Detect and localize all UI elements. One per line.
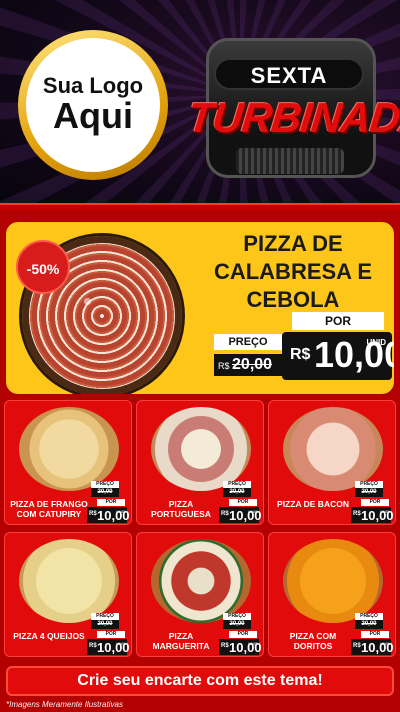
por-label: POR bbox=[97, 631, 125, 638]
featured-offer-card[interactable]: -50% PIZZA DE CALABRESA E CEBOLA PREÇO R… bbox=[6, 222, 394, 394]
badge-top-text: SEXTA bbox=[214, 58, 364, 90]
featured-title-line-2: CALABRESA E bbox=[213, 259, 373, 284]
por-label: POR bbox=[361, 631, 389, 638]
currency: R$ bbox=[221, 643, 229, 649]
unit: UNID bbox=[116, 509, 126, 514]
badge-grill bbox=[236, 148, 344, 174]
discount-badge: -50% bbox=[16, 240, 70, 294]
preco-label: PREÇO bbox=[223, 613, 251, 620]
currency: R$ bbox=[353, 643, 361, 649]
sexta-turbinada-badge: SEXTA TURBINADA bbox=[185, 30, 400, 190]
product-card[interactable]: PIZZA DE FRANGO COM CATUPIRY PREÇO 20,00… bbox=[4, 400, 132, 525]
preco-label: PREÇO bbox=[91, 613, 119, 620]
por-label: POR bbox=[229, 631, 257, 638]
por-label: POR bbox=[229, 499, 257, 506]
old-price-value: 20,00 bbox=[361, 621, 377, 627]
new-price: R$ 10,00 UNID bbox=[351, 507, 394, 523]
old-price-value: 20,00 bbox=[97, 489, 113, 495]
logo-placeholder[interactable]: Sua Logo Aqui bbox=[18, 30, 168, 180]
unit: UNID bbox=[248, 641, 258, 646]
product-price-block: PREÇO 20,00 POR R$ 10,00 UNID bbox=[219, 613, 262, 655]
old-price-value: 20,00 bbox=[361, 489, 377, 495]
product-price-block: PREÇO 20,00 POR R$ 10,00 UNID bbox=[351, 481, 394, 523]
logo-inner: Sua Logo Aqui bbox=[26, 38, 160, 172]
old-price: 20,00 bbox=[91, 620, 119, 629]
old-price: 20,00 bbox=[355, 620, 383, 629]
pizza-bacon-icon bbox=[283, 407, 383, 491]
product-price-block: PREÇO 20,00 POR R$ 10,00 UNID bbox=[87, 481, 130, 523]
new-price: R$ 10,00 UNID bbox=[351, 639, 394, 655]
old-price: 20,00 bbox=[223, 488, 251, 497]
header-banner: Sua Logo Aqui SEXTA TURBINADA bbox=[0, 0, 400, 210]
featured-old-price: R$ 20,00 bbox=[214, 354, 282, 376]
product-card[interactable]: PIZZA COM DORITOS PREÇO 20,00 POR R$ 10,0… bbox=[268, 532, 396, 657]
product-grid: PIZZA DE FRANGO COM CATUPIRY PREÇO 20,00… bbox=[4, 400, 396, 662]
old-price: 20,00 bbox=[91, 488, 119, 497]
featured-preco-label: PREÇO bbox=[214, 334, 282, 350]
currency: R$ bbox=[89, 511, 97, 517]
product-price-block: PREÇO 20,00 POR R$ 10,00 UNID bbox=[351, 613, 394, 655]
pizza-marguerita-icon bbox=[151, 539, 251, 623]
preco-label: PREÇO bbox=[355, 613, 383, 620]
new-price: R$ 10,00 UNID bbox=[87, 639, 130, 655]
product-name: PIZZA MARGUERITA bbox=[152, 631, 210, 651]
preco-label: PREÇO bbox=[91, 481, 119, 488]
unit: UNID bbox=[380, 509, 390, 514]
pizza-4-queijos-icon bbox=[19, 539, 119, 623]
featured-title-line-1: PIZZA DE bbox=[243, 231, 343, 256]
preco-label: PREÇO bbox=[355, 481, 383, 488]
featured-title: PIZZA DE CALABRESA E CEBOLA bbox=[196, 230, 390, 314]
new-price: R$ 10,00 UNID bbox=[87, 507, 130, 523]
featured-old-currency: R$ bbox=[218, 361, 230, 371]
pizza-portuguesa-icon bbox=[151, 407, 251, 491]
pizza-doritos-icon bbox=[283, 539, 383, 623]
logo-line-2: Aqui bbox=[53, 95, 133, 137]
header-divider bbox=[0, 203, 400, 210]
featured-por-label: POR bbox=[292, 312, 384, 330]
product-name: PIZZA DE BACON bbox=[277, 499, 349, 509]
old-price: 20,00 bbox=[223, 620, 251, 629]
featured-new-price: R$ 10,00 UNID bbox=[282, 332, 394, 380]
unit: UNID bbox=[380, 641, 390, 646]
featured-currency: R$ bbox=[290, 346, 311, 363]
product-price-block: PREÇO 20,00 POR R$ 10,00 UNID bbox=[219, 481, 262, 523]
featured-unit: UNID bbox=[366, 338, 386, 347]
product-card[interactable]: PIZZA PORTUGUESA PREÇO 20,00 POR R$ 10,00… bbox=[136, 400, 264, 525]
por-label: POR bbox=[97, 499, 125, 506]
product-card[interactable]: PIZZA DE BACON PREÇO 20,00 POR R$ 10,00 UN… bbox=[268, 400, 396, 525]
por-label: POR bbox=[361, 499, 389, 506]
currency: R$ bbox=[353, 511, 361, 517]
preco-label: PREÇO bbox=[223, 481, 251, 488]
featured-old-value: 20,00 bbox=[232, 356, 273, 373]
product-name: PIZZA COM DORITOS bbox=[289, 631, 337, 651]
disclaimer-text: *Imagens Meramente Ilustrativas bbox=[6, 700, 123, 709]
featured-title-line-3: CEBOLA bbox=[246, 287, 340, 312]
product-card[interactable]: PIZZA MARGUERITA PREÇO 20,00 POR R$ 10,00… bbox=[136, 532, 264, 657]
unit: UNID bbox=[248, 509, 258, 514]
product-name: PIZZA 4 QUEIJOS bbox=[13, 631, 85, 641]
old-price: 20,00 bbox=[355, 488, 383, 497]
product-name: PIZZA DE FRANGO COM CATUPIRY bbox=[10, 499, 88, 519]
old-price-value: 20,00 bbox=[229, 621, 245, 627]
badge-main-text: TURBINADA bbox=[185, 94, 400, 141]
product-name: PIZZA PORTUGUESA bbox=[151, 499, 211, 519]
unit: UNID bbox=[116, 641, 126, 646]
new-price: R$ 10,00 UNID bbox=[219, 639, 262, 655]
old-price-value: 20,00 bbox=[229, 489, 245, 495]
currency: R$ bbox=[221, 511, 229, 517]
create-flyer-button[interactable]: Crie seu encarte com este tema! bbox=[6, 666, 394, 696]
currency: R$ bbox=[89, 643, 97, 649]
product-card[interactable]: PIZZA 4 QUEIJOS PREÇO 20,00 POR R$ 10,00 U… bbox=[4, 532, 132, 657]
pizza-frango-icon bbox=[19, 407, 119, 491]
old-price-value: 20,00 bbox=[97, 621, 113, 627]
new-price: R$ 10,00 UNID bbox=[219, 507, 262, 523]
logo-line-1: Sua Logo bbox=[42, 73, 144, 99]
product-price-block: PREÇO 20,00 POR R$ 10,00 UNID bbox=[87, 613, 130, 655]
